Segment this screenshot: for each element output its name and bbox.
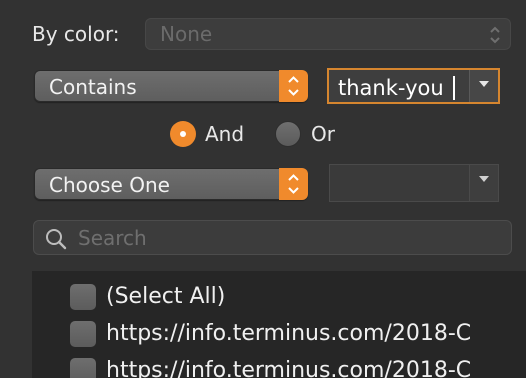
condition-select[interactable]: Contains (34, 70, 308, 102)
up-down-chevron-icon (279, 168, 308, 200)
values-list[interactable]: (Select All) https://info.terminus.com/2… (32, 271, 526, 378)
select-all-checkbox[interactable] (70, 284, 96, 310)
condition-value: Contains (49, 75, 137, 99)
second-condition-select[interactable]: Choose One (34, 168, 308, 200)
second-filter-combobox[interactable] (329, 164, 499, 202)
or-radio[interactable] (275, 121, 301, 147)
item-checkbox[interactable] (70, 321, 96, 347)
radio-selected-dot (180, 131, 186, 137)
triangle-down-icon (479, 176, 489, 182)
second-condition-value: Choose One (49, 173, 170, 197)
up-down-chevron-icon (279, 70, 308, 102)
list-item[interactable]: https://info.terminus.com/2018-C (32, 353, 526, 378)
and-label: And (205, 122, 245, 146)
filter-text-input[interactable]: thank-you (338, 75, 444, 101)
filter-text-combobox[interactable]: thank-you (327, 68, 500, 104)
by-color-label: By color: (32, 22, 120, 46)
list-item-label: https://info.terminus.com/2018-C (106, 321, 472, 346)
and-radio[interactable] (170, 121, 196, 147)
or-label: Or (311, 122, 335, 146)
search-icon (46, 229, 67, 250)
combo-dropdown-button[interactable] (469, 165, 498, 201)
list-item[interactable]: (Select All) (32, 279, 526, 311)
search-placeholder: Search (78, 226, 147, 250)
item-checkbox[interactable] (70, 358, 96, 378)
list-item[interactable]: https://info.terminus.com/2018-C (32, 316, 526, 348)
up-down-chevron-icon (490, 26, 500, 44)
triangle-down-icon (479, 81, 489, 87)
combo-dropdown-button[interactable] (469, 70, 498, 102)
list-item-label: https://info.terminus.com/2018-C (106, 358, 472, 378)
by-color-select[interactable]: None (145, 18, 511, 50)
search-field[interactable]: Search (33, 220, 512, 255)
text-cursor (453, 76, 455, 100)
by-color-value: None (160, 22, 213, 46)
list-item-label: (Select All) (106, 284, 226, 309)
